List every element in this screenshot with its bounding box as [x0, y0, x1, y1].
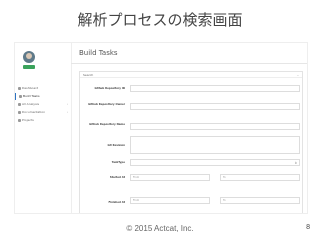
search-panel-title: Search	[83, 73, 94, 77]
chevron-down-icon: ⇕	[294, 161, 297, 165]
repository-id-label: Github Repository ID	[94, 87, 125, 90]
sidebar: Dashboard Build Tasks All Analysis › Doc…	[15, 43, 72, 213]
placeholder: From	[133, 176, 140, 179]
collapse-icon[interactable]: −	[296, 72, 299, 78]
dashboard-icon	[18, 87, 21, 90]
placeholder: From	[133, 199, 140, 202]
chevron-right-icon: ›	[66, 110, 68, 114]
repository-name-label: Github Repository Name	[89, 123, 125, 126]
repository-owner-label: Github Repository Owner	[88, 103, 125, 106]
git-revision-label: Git Revision	[107, 144, 125, 147]
search-panel: Search − Github Repository ID Github Rep…	[79, 71, 303, 213]
page-number: 8	[306, 224, 310, 231]
started-at-from-input[interactable]: From	[130, 174, 210, 181]
placeholder: To	[223, 176, 226, 179]
build-icon	[19, 95, 22, 98]
placeholder: To	[223, 199, 226, 202]
finished-at-from-input[interactable]: From	[130, 197, 210, 204]
sidebar-item-projects[interactable]: Projects	[15, 117, 71, 124]
sidebar-item-documentation[interactable]: Documentation ›	[15, 109, 71, 116]
started-at-to-input[interactable]: To	[220, 174, 300, 181]
analysis-icon	[18, 103, 21, 106]
task-type-select[interactable]: ⇕	[130, 159, 300, 166]
sidebar-item-label: Build Tasks	[23, 94, 40, 98]
repository-id-input[interactable]	[130, 85, 300, 92]
header-divider	[71, 63, 307, 64]
sidebar-item-label: Documentation	[22, 110, 46, 114]
docs-icon	[18, 111, 21, 114]
chevron-right-icon: ›	[66, 102, 68, 106]
started-at-label: Started At	[109, 176, 125, 179]
sidebar-item-dashboard[interactable]: Dashboard	[15, 85, 71, 92]
repository-owner-input[interactable]	[130, 103, 300, 110]
search-panel-header[interactable]: Search −	[80, 72, 302, 78]
sidebar-item-build-tasks[interactable]: Build Tasks	[15, 93, 71, 100]
app-screenshot: Dashboard Build Tasks All Analysis › Doc…	[14, 42, 308, 214]
page-title: Build Tasks	[79, 49, 118, 57]
sidebar-item-label: Dashboard	[22, 86, 39, 90]
git-revision-textarea[interactable]	[130, 136, 300, 154]
task-type-label: TaskType	[111, 161, 125, 164]
slide-footer: © 2015 Actcat, Inc.	[126, 224, 194, 233]
finished-at-to-input[interactable]: To	[220, 197, 300, 204]
user-badge	[23, 65, 35, 69]
sidebar-item-label: Projects	[22, 118, 34, 122]
finished-at-label: Finished At	[108, 201, 125, 204]
projects-icon	[18, 119, 21, 122]
slide-title: 解析プロセスの検索画面	[77, 11, 243, 29]
sidebar-item-label: All Analysis	[22, 102, 40, 106]
sidebar-item-all-analysis[interactable]: All Analysis ›	[15, 101, 71, 108]
avatar[interactable]	[23, 51, 35, 63]
repository-name-input[interactable]	[130, 123, 300, 130]
